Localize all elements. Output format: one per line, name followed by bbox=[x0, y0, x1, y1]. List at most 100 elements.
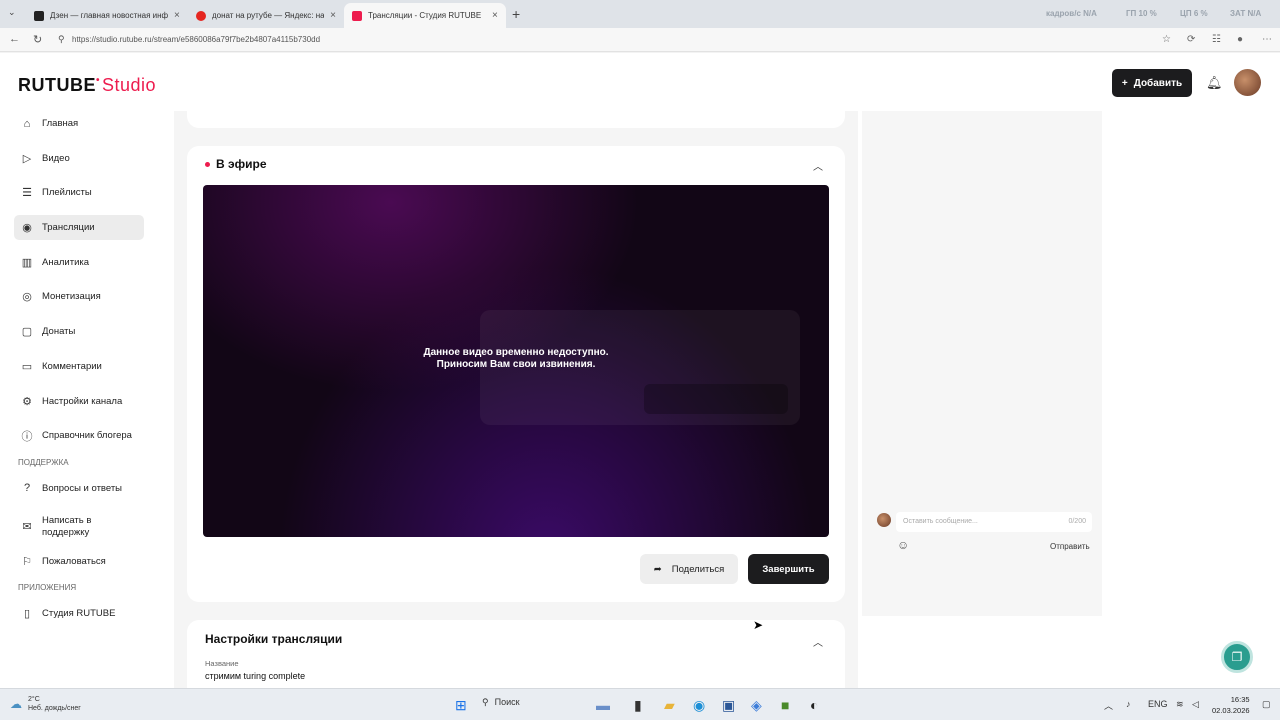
send-button[interactable]: Отправить bbox=[1050, 542, 1090, 551]
home-icon: ⌂ bbox=[23, 117, 31, 130]
edge-browser-icon[interactable]: ◉ bbox=[693, 697, 705, 714]
gpu-stat: ГП 10 % bbox=[1126, 9, 1157, 18]
weather-icon: ☁ bbox=[10, 697, 22, 711]
settings-title: Настройки трансляции bbox=[205, 632, 343, 646]
sidebar-item-video[interactable]: ▷ Видео bbox=[14, 146, 144, 171]
tab-title: Трансляции - Студия RUTUBE bbox=[368, 11, 482, 20]
windows-start-icon[interactable]: ⊞ bbox=[455, 697, 467, 714]
mouse-cursor-icon: ➤ bbox=[753, 618, 764, 632]
tab-list-icon[interactable]: ⌄ bbox=[8, 7, 16, 18]
collapse-chevron-icon[interactable]: ︿ bbox=[813, 634, 823, 649]
previous-card bbox=[187, 111, 845, 128]
url-field[interactable]: https://studio.rutube.ru/stream/e5860086… bbox=[72, 35, 320, 44]
add-button[interactable]: + Добавить bbox=[1112, 69, 1192, 97]
extensions-icon[interactable]: ⟳ bbox=[1187, 34, 1195, 45]
chat-message-input[interactable]: Оставить сообщение... 0/200 bbox=[896, 512, 1092, 532]
bell-icon[interactable]: 🔔︎ bbox=[1206, 75, 1223, 91]
latency-stat: ЗАТ N/A bbox=[1230, 9, 1262, 18]
share-button[interactable]: ➦ Поделиться bbox=[640, 554, 738, 584]
favorites-icon[interactable]: ☷ bbox=[1212, 34, 1221, 45]
browser-tab-1[interactable]: донат на рутубе — Яндекс: нашл × bbox=[188, 3, 344, 28]
task-view-icon[interactable]: ▮ bbox=[634, 697, 642, 714]
stream-settings-card: Настройки трансляции ︿ Название стримим … bbox=[187, 620, 845, 688]
file-explorer-icon[interactable]: ▰ bbox=[664, 697, 675, 714]
live-indicator-icon bbox=[205, 161, 210, 167]
sidebar-item-comments[interactable]: ▭ Комментарии bbox=[14, 354, 144, 379]
back-icon[interactable]: ← bbox=[9, 33, 20, 45]
avatar[interactable] bbox=[1234, 69, 1261, 96]
clock-date: 02.03.2026 bbox=[1212, 706, 1250, 715]
tab-favicon-icon bbox=[34, 10, 44, 21]
faded-dialog-button bbox=[644, 384, 788, 414]
volume-icon[interactable]: ◁ bbox=[1192, 699, 1199, 710]
mail-icon: ✉ bbox=[22, 521, 32, 534]
logo-main: RUTUBE bbox=[18, 75, 96, 95]
minecraft-icon[interactable]: ■ bbox=[781, 697, 789, 713]
tray-chevron-icon[interactable]: ︿ bbox=[1104, 699, 1113, 712]
video-player[interactable]: Данное видео временно недоступно. Принос… bbox=[203, 185, 829, 537]
more-icon[interactable]: ⋯ bbox=[1262, 34, 1272, 45]
sidebar-item-faq[interactable]: ? Вопросы и ответы bbox=[14, 476, 144, 501]
analytics-icon: ▥ bbox=[21, 256, 33, 269]
unavailable-line-1: Данное видео временно недоступно. bbox=[423, 347, 609, 358]
sidebar-item-label: Студия RUTUBE bbox=[42, 608, 116, 620]
system-clock[interactable]: 16:35 02.03.2026 bbox=[1212, 694, 1250, 716]
tab-favicon-icon bbox=[352, 10, 362, 21]
weather-widget[interactable]: ☁ 2°C Неб. дождь/снег bbox=[10, 695, 81, 713]
avatar bbox=[877, 513, 891, 527]
sidebar-item-contact-support[interactable]: ✉ Написать в поддержку bbox=[14, 511, 144, 543]
help-chat-icon[interactable]: ❐ bbox=[1221, 641, 1253, 673]
donate-icon: ▢ bbox=[21, 326, 33, 339]
widgets-icon[interactable]: ▬ bbox=[596, 697, 610, 713]
profile-icon[interactable]: ● bbox=[1237, 34, 1243, 45]
taskbar-search[interactable]: ⚲ Поиск bbox=[482, 697, 520, 708]
close-tab-icon[interactable]: × bbox=[492, 10, 498, 21]
browser-tab-2[interactable]: Трансляции - Студия RUTUBE × bbox=[344, 3, 506, 28]
name-field[interactable]: стримим turing complete bbox=[205, 671, 305, 681]
sidebar-item-monetization[interactable]: ◎ Монетизация bbox=[14, 284, 144, 309]
sidebar-item-label: Видео bbox=[42, 152, 70, 164]
sidebar-item-channel-settings[interactable]: ⚙ Настройки канала bbox=[14, 389, 144, 414]
sidebar-item-blogger-guide[interactable]: ⓘ Справочник блогера bbox=[14, 423, 144, 448]
search-icon: ⚲ bbox=[482, 697, 489, 707]
info-icon: ⓘ bbox=[21, 430, 33, 443]
end-stream-button[interactable]: Завершить bbox=[748, 554, 829, 584]
close-tab-icon[interactable]: × bbox=[330, 10, 336, 21]
bookmark-star-icon[interactable]: ☆ bbox=[1162, 34, 1171, 45]
money-icon: ◎ bbox=[22, 291, 32, 304]
sidebar-item-analytics[interactable]: ▥ Аналитика bbox=[14, 250, 144, 275]
sidebar-item-studio-app[interactable]: ▯ Студия RUTUBE bbox=[14, 601, 144, 626]
browser-tab-0[interactable]: Дзен — главная новостная инфо × bbox=[26, 3, 188, 28]
close-tab-icon[interactable]: × bbox=[174, 10, 180, 21]
tab-title: Дзен — главная новостная инфо bbox=[50, 11, 168, 20]
logo-sub: Studio bbox=[102, 75, 157, 95]
sidebar-item-label: Настройки канала bbox=[42, 395, 123, 407]
obs-icon[interactable]: ◐ bbox=[810, 697, 818, 713]
notifications-icon[interactable]: ▢ bbox=[1262, 699, 1271, 710]
wifi-icon[interactable]: ≋ bbox=[1176, 699, 1184, 710]
sidebar-item-broadcasts[interactable]: ◉ Трансляции bbox=[14, 215, 144, 241]
support-section-title: ПОДДЕРЖКА bbox=[18, 457, 69, 467]
plus-icon: + bbox=[1121, 77, 1128, 89]
studio-page: RUTUBE• Studio + Добавить 🔔︎ ⌂ Главная ▷ … bbox=[0, 53, 1280, 688]
broadcast-icon: ◉ bbox=[22, 222, 32, 235]
faq-icon: ? bbox=[23, 482, 31, 495]
mic-icon[interactable]: ♪ bbox=[1126, 699, 1131, 709]
rutube-studio-logo[interactable]: RUTUBE• Studio bbox=[18, 75, 156, 96]
sidebar: ⌂ Главная ▷ Видео ☰ Плейлисты ◉ Трансляц… bbox=[14, 111, 144, 636]
sidebar-item-report[interactable]: ⚐ Пожаловаться bbox=[14, 549, 144, 574]
store-icon[interactable]: ▣ bbox=[722, 697, 735, 714]
language-indicator[interactable]: ENG bbox=[1148, 699, 1168, 709]
app-icon[interactable]: ◈ bbox=[751, 697, 762, 714]
site-info-icon[interactable]: ⚲ bbox=[58, 34, 65, 45]
sidebar-item-playlists[interactable]: ☰ Плейлисты bbox=[14, 180, 144, 205]
collapse-chevron-icon[interactable]: ︿ bbox=[813, 158, 823, 173]
comments-icon: ▭ bbox=[21, 360, 33, 373]
sidebar-item-label: Трансляции bbox=[42, 222, 95, 234]
sidebar-item-home[interactable]: ⌂ Главная bbox=[14, 111, 144, 136]
reload-icon[interactable]: ↻ bbox=[33, 33, 42, 46]
emoji-icon[interactable]: ☺ bbox=[897, 538, 909, 552]
sidebar-item-donations[interactable]: ▢ Донаты bbox=[14, 319, 144, 344]
end-button-label: Завершить bbox=[762, 563, 815, 575]
new-tab-icon[interactable]: + bbox=[512, 6, 520, 22]
